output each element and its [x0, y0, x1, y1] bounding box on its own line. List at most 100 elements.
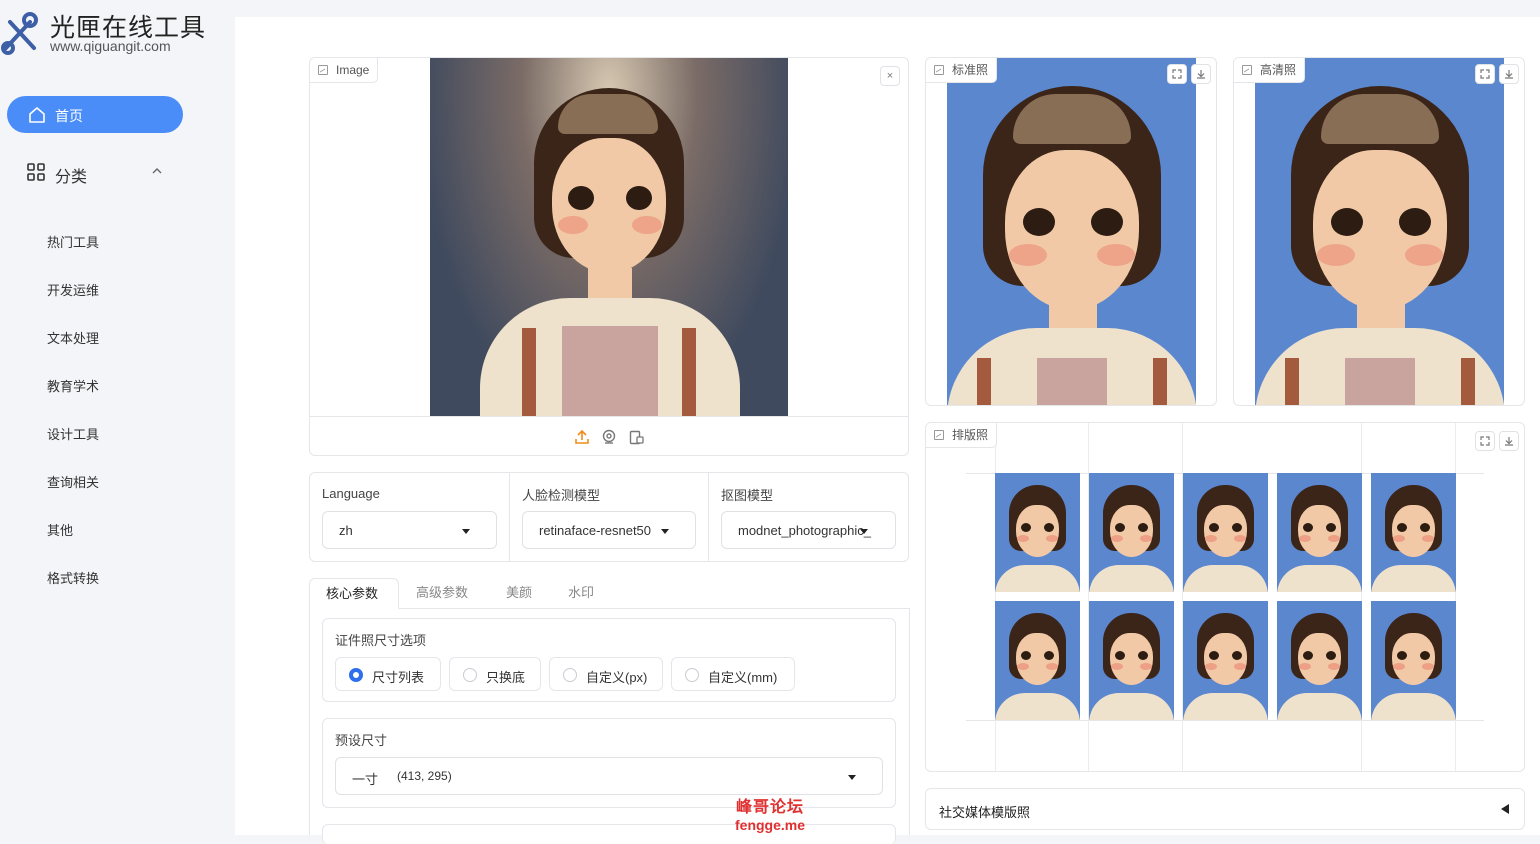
sidebar-item-hot-tools[interactable]: 热门工具: [47, 233, 99, 281]
face-model-value: retinaface-resnet50: [539, 523, 652, 538]
social-media-accordion[interactable]: 社交媒体模版照: [925, 788, 1525, 830]
standard-photo-tag: 标准照: [926, 58, 998, 83]
matting-model-select[interactable]: modnet_photographic_: [721, 511, 896, 549]
logo[interactable]: 光匣在线工具 www.qiguangit.com: [0, 6, 235, 56]
tab-core-params[interactable]: 核心参数: [309, 578, 399, 609]
webcam-icon[interactable]: [601, 429, 617, 445]
face-model-select[interactable]: retinaface-resnet50: [522, 511, 696, 549]
hd-photo-panel: 高清照: [1233, 57, 1525, 406]
radio-size-list[interactable]: 尺寸列表: [335, 657, 441, 691]
chevron-down-icon: [848, 775, 856, 780]
collapse-triangle-icon: [1501, 804, 1509, 814]
hd-photo-image: [1255, 58, 1504, 405]
clipboard-icon[interactable]: [628, 429, 644, 445]
image-icon: [1242, 65, 1252, 75]
language-select[interactable]: zh: [322, 511, 497, 549]
settings-row: Language zh 人脸检测模型 retinaface-resnet50 抠…: [309, 472, 909, 562]
layout-photo-panel: 排版照: [925, 422, 1525, 772]
matting-model-label: 抠图模型: [721, 488, 774, 503]
fullscreen-button[interactable]: [1167, 64, 1187, 84]
layout-photo-tile: [995, 601, 1080, 720]
source-image: [430, 58, 788, 416]
size-options-label: 证件照尺寸选项: [335, 633, 427, 648]
layout-photo-tile: [995, 473, 1080, 592]
layout-photo-sheet: [995, 473, 1456, 721]
app-url: www.qiguangit.com: [50, 38, 171, 54]
chevron-down-icon: [661, 529, 669, 534]
hd-photo-tag: 高清照: [1234, 58, 1306, 83]
radio-change-bg-only[interactable]: 只换底: [449, 657, 541, 691]
radio-custom-px-label: 自定义(px): [586, 670, 648, 685]
download-icon: [1505, 437, 1513, 446]
nav-category-label: 分类: [55, 169, 88, 186]
nav-home[interactable]: 首页: [7, 96, 183, 133]
sidebar-item-query[interactable]: 查询相关: [47, 473, 99, 521]
download-icon: [1197, 70, 1205, 79]
language-value: zh: [339, 523, 353, 538]
fullscreen-button[interactable]: [1475, 431, 1495, 451]
sidebar-item-education[interactable]: 教育学术: [47, 377, 99, 425]
layout-photo-tile: [1183, 473, 1268, 592]
watermark-line1: 峰哥论坛: [736, 799, 805, 816]
radio-size-list-label: 尺寸列表: [372, 670, 425, 685]
layout-photo-tile: [1089, 473, 1174, 592]
image-icon: [318, 65, 328, 75]
hd-photo-label: 高清照: [1260, 63, 1297, 77]
social-media-label: 社交媒体模版照: [939, 805, 1031, 820]
sidebar: 光匣在线工具 www.qiguangit.com 首页 分类 热门工具 开发运维…: [0, 0, 235, 835]
grid-icon: [27, 163, 45, 181]
category-list: 热门工具 开发运维 文本处理 教育学术 设计工具 查询相关 其他 格式转换: [47, 233, 99, 617]
sidebar-item-format[interactable]: 格式转换: [47, 569, 99, 617]
logo-icon: [1, 12, 38, 55]
radio-change-bg-only-label: 只换底: [486, 670, 526, 685]
download-button[interactable]: [1191, 64, 1211, 84]
preset-size-name: 一寸: [352, 772, 379, 787]
sidebar-item-text[interactable]: 文本处理: [47, 329, 99, 377]
clear-image-button[interactable]: ×: [880, 66, 900, 86]
radio-dot: [563, 668, 577, 682]
fullscreen-button[interactable]: [1475, 64, 1495, 84]
nav-category[interactable]: 分类: [27, 160, 177, 186]
face-model-label: 人脸检测模型: [522, 488, 601, 503]
image-panel-label: Image: [336, 63, 370, 77]
radio-dot: [463, 668, 477, 682]
layout-photo-tile: [1277, 473, 1362, 592]
upload-icon[interactable]: [574, 429, 590, 445]
tab-beauty[interactable]: 美颜: [506, 578, 532, 608]
standard-photo-image: [947, 58, 1196, 405]
tab-advanced-params[interactable]: 高级参数: [416, 578, 468, 608]
language-label: Language: [322, 486, 380, 501]
fullscreen-icon: [1480, 69, 1490, 79]
home-icon: [29, 107, 45, 123]
forum-watermark: 峰哥论坛 fengge.me: [735, 793, 805, 833]
param-tabs: 核心参数 高级参数 美颜 水印: [309, 578, 909, 609]
layout-photo-tile: [1183, 601, 1268, 720]
chevron-up-icon[interactable]: [150, 164, 164, 178]
standard-photo-label: 标准照: [952, 63, 989, 77]
radio-custom-mm[interactable]: 自定义(mm): [671, 657, 795, 691]
download-button[interactable]: [1499, 64, 1519, 84]
nav-home-label: 首页: [55, 108, 83, 124]
sidebar-item-other[interactable]: 其他: [47, 521, 99, 569]
tab-watermark[interactable]: 水印: [568, 578, 594, 608]
image-icon: [934, 430, 944, 440]
preset-size-select[interactable]: 一寸 (413, 295): [335, 757, 883, 795]
preset-size-dims: (413, 295): [397, 769, 452, 783]
main-content: Image × Language zh 人脸检测模型 retinaface-re…: [235, 17, 1540, 844]
fullscreen-icon: [1172, 69, 1182, 79]
layout-photo-tag: 排版照: [926, 423, 998, 448]
radio-dot: [349, 668, 363, 682]
image-input-panel[interactable]: Image ×: [309, 57, 909, 456]
next-card: [322, 824, 896, 844]
layout-photo-tile: [1277, 601, 1362, 720]
fullscreen-icon: [1480, 436, 1490, 446]
sidebar-item-devops[interactable]: 开发运维: [47, 281, 99, 329]
sidebar-item-design[interactable]: 设计工具: [47, 425, 99, 473]
download-button[interactable]: [1499, 431, 1519, 451]
radio-custom-px[interactable]: 自定义(px): [549, 657, 663, 691]
layout-photo-tile: [1371, 601, 1456, 720]
preset-size-card: 预设尺寸 一寸 (413, 295): [322, 718, 896, 808]
layout-photo-tile: [1089, 601, 1174, 720]
chevron-down-icon: [462, 529, 470, 534]
radio-custom-mm-label: 自定义(mm): [708, 670, 778, 685]
